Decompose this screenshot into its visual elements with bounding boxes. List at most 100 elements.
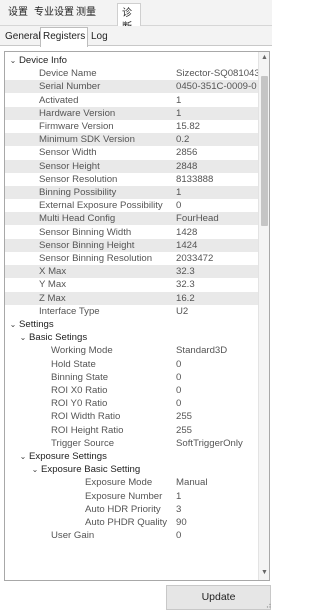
property-value[interactable]: 32.3 bbox=[176, 278, 258, 291]
property-row-roi-x0-ratio[interactable]: ROI X0 Ratio 0 bbox=[5, 384, 258, 397]
property-name: Exposure Number bbox=[85, 490, 163, 502]
property-row-sensor-binning-width[interactable]: Sensor Binning Width 1428 bbox=[5, 226, 258, 239]
chevron-down-icon[interactable]: ⌄ bbox=[18, 331, 28, 344]
property-row-exposure-mode[interactable]: Exposure Mode Manual bbox=[5, 476, 258, 489]
property-value[interactable]: 2848 bbox=[176, 160, 258, 173]
property-value[interactable]: Manual bbox=[176, 476, 258, 489]
property-value[interactable]: 0 bbox=[176, 371, 258, 384]
tab-general[interactable]: General bbox=[3, 29, 43, 46]
property-value[interactable]: 1 bbox=[176, 107, 258, 120]
property-row-roi-height-ratio[interactable]: ROI Height Ratio 255 bbox=[5, 424, 258, 437]
property-name: Firmware Version bbox=[39, 121, 114, 132]
property-value[interactable]: 8133888 bbox=[176, 173, 258, 186]
property-value[interactable]: 2033472 bbox=[176, 252, 258, 265]
property-value[interactable]: 255 bbox=[176, 410, 258, 423]
property-value[interactable]: Sizector-SQ081043 bbox=[176, 67, 258, 80]
chevron-down-icon[interactable]: ⌄ bbox=[30, 463, 40, 476]
property-row-external-exposure-possibility[interactable]: External Exposure Possibility 0 bbox=[5, 199, 258, 212]
property-row-z-max[interactable]: Z Max 16.2 bbox=[5, 291, 258, 305]
property-value[interactable]: U2 bbox=[176, 305, 258, 318]
property-row-hardware-version[interactable]: Hardware Version 1 bbox=[5, 106, 258, 120]
tab-professional-settings[interactable]: 专业设置 bbox=[34, 6, 74, 26]
tree-category-exposure-settings[interactable]: ⌄ Exposure Settings bbox=[5, 450, 258, 463]
property-row-roi-y0-ratio[interactable]: ROI Y0 Ratio 0 bbox=[5, 397, 258, 410]
property-row-hold-state[interactable]: Hold State 0 bbox=[5, 358, 258, 371]
property-row-y-max[interactable]: Y Max 32.3 bbox=[5, 278, 258, 291]
tree-category-basic-setings[interactable]: ⌄ Basic Setings bbox=[5, 331, 258, 344]
chevron-down-icon[interactable]: ⌄ bbox=[8, 54, 18, 67]
property-row-exposure-number[interactable]: Exposure Number 1 bbox=[5, 490, 258, 503]
property-row-binning-possibility[interactable]: Binning Possibility 1 bbox=[5, 186, 258, 199]
property-value[interactable]: 90 bbox=[176, 516, 258, 529]
tree-category-exposure-basic-setting[interactable]: ⌄ Exposure Basic Setting bbox=[5, 463, 258, 476]
property-row-sensor-binning-height[interactable]: Sensor Binning Height 1424 bbox=[5, 238, 258, 252]
scroll-down-arrow-icon[interactable]: ▼ bbox=[260, 568, 269, 578]
property-name: Sensor Binning Resolution bbox=[39, 253, 153, 264]
property-value[interactable]: 255 bbox=[176, 424, 258, 437]
property-value[interactable]: 32.3 bbox=[176, 265, 258, 278]
property-value[interactable]: 0 bbox=[176, 384, 258, 397]
property-row-sensor-height[interactable]: Sensor Height 2848 bbox=[5, 159, 258, 173]
tab-registers[interactable]: Registers bbox=[40, 27, 89, 47]
property-value[interactable]: 0 bbox=[176, 529, 258, 542]
property-row-serial-number[interactable]: Serial Number 0450-351C-0009-0 bbox=[5, 80, 258, 94]
tab-diagnostics[interactable]: 诊断 bbox=[117, 3, 141, 33]
property-value[interactable]: 15.82 bbox=[176, 120, 258, 133]
property-value[interactable]: FourHead bbox=[176, 212, 258, 225]
chevron-down-icon[interactable]: ⌄ bbox=[8, 318, 18, 331]
property-value[interactable]: 1 bbox=[176, 186, 258, 199]
property-row-x-max[interactable]: X Max 32.3 bbox=[5, 265, 258, 279]
property-name: Multi Head Config bbox=[39, 212, 175, 226]
property-row-minimum-sdk-version[interactable]: Minimum SDK Version 0.2 bbox=[5, 133, 258, 147]
property-value[interactable]: 0 bbox=[176, 397, 258, 410]
property-value[interactable]: 2856 bbox=[176, 146, 258, 159]
property-value[interactable]: SoftTriggerOnly bbox=[176, 437, 258, 450]
property-name: Working Mode bbox=[51, 345, 113, 357]
property-row-activated[interactable]: Activated 1 bbox=[5, 94, 258, 107]
tab-log[interactable]: Log bbox=[89, 29, 110, 46]
property-value[interactable]: 1428 bbox=[176, 226, 258, 239]
property-row-user-gain[interactable]: User Gain 0 bbox=[5, 529, 258, 542]
property-row-working-mode[interactable]: Working Mode Standard3D bbox=[5, 344, 258, 357]
property-name: Hold State bbox=[51, 358, 96, 370]
property-value[interactable]: 1 bbox=[176, 94, 258, 107]
property-name: Interface Type bbox=[39, 305, 100, 317]
property-row-roi-width-ratio[interactable]: ROI Width Ratio 255 bbox=[5, 410, 258, 423]
property-value[interactable]: 1424 bbox=[176, 239, 258, 252]
property-name: Y Max bbox=[39, 279, 67, 291]
property-row-trigger-source[interactable]: Trigger Source SoftTriggerOnly bbox=[5, 437, 258, 450]
property-name: Exposure Mode bbox=[85, 477, 153, 489]
property-value[interactable]: 16.2 bbox=[176, 292, 258, 305]
tree-category-settings[interactable]: ⌄ Settings bbox=[5, 318, 258, 331]
property-row-auto-hdr-priority[interactable]: Auto HDR Priority 3 bbox=[5, 503, 258, 516]
property-row-sensor-binning-resolution[interactable]: Sensor Binning Resolution 2033472 bbox=[5, 252, 258, 265]
property-row-interface-type[interactable]: Interface Type U2 bbox=[5, 305, 258, 318]
vertical-scrollbar[interactable]: ▲ ▼ bbox=[258, 52, 269, 580]
tree-category-label: Exposure Basic Setting bbox=[41, 464, 141, 476]
tree-category-label: Exposure Settings bbox=[29, 451, 107, 462]
scrollbar-thumb[interactable] bbox=[261, 76, 268, 226]
property-value[interactable]: 0.2 bbox=[176, 133, 258, 146]
property-value[interactable]: 0 bbox=[176, 199, 258, 212]
property-value[interactable]: 1 bbox=[176, 490, 258, 503]
property-row-multi-head-config[interactable]: Multi Head Config FourHead bbox=[5, 212, 258, 226]
property-name: Auto HDR Priority bbox=[85, 503, 161, 515]
top-tab-bar: 设置 专业设置 测量 诊断 bbox=[0, 0, 272, 33]
property-row-device-name[interactable]: Device Name Sizector-SQ081043 bbox=[5, 67, 258, 80]
property-row-sensor-resolution[interactable]: Sensor Resolution 8133888 bbox=[5, 173, 258, 186]
property-value[interactable]: 0450-351C-0009-0 bbox=[176, 80, 258, 93]
property-value[interactable]: Standard3D bbox=[176, 344, 258, 357]
tab-settings[interactable]: 设置 bbox=[8, 6, 28, 26]
tab-measurement[interactable]: 测量 bbox=[76, 6, 96, 26]
property-value[interactable]: 3 bbox=[176, 503, 258, 516]
property-row-binning-state[interactable]: Binning State 0 bbox=[5, 371, 258, 384]
resize-grip-icon[interactable] bbox=[265, 602, 271, 608]
property-row-firmware-version[interactable]: Firmware Version 15.82 bbox=[5, 120, 258, 133]
scroll-up-arrow-icon[interactable]: ▲ bbox=[260, 53, 269, 63]
property-value[interactable]: 0 bbox=[176, 358, 258, 371]
property-row-auto-phdr-quality[interactable]: Auto PHDR Quality 90 bbox=[5, 516, 258, 529]
update-button[interactable]: Update bbox=[166, 585, 271, 610]
property-row-sensor-width[interactable]: Sensor Width 2856 bbox=[5, 146, 258, 159]
tree-category-device-info[interactable]: ⌄ Device Info bbox=[5, 54, 258, 67]
chevron-down-icon[interactable]: ⌄ bbox=[18, 450, 28, 463]
